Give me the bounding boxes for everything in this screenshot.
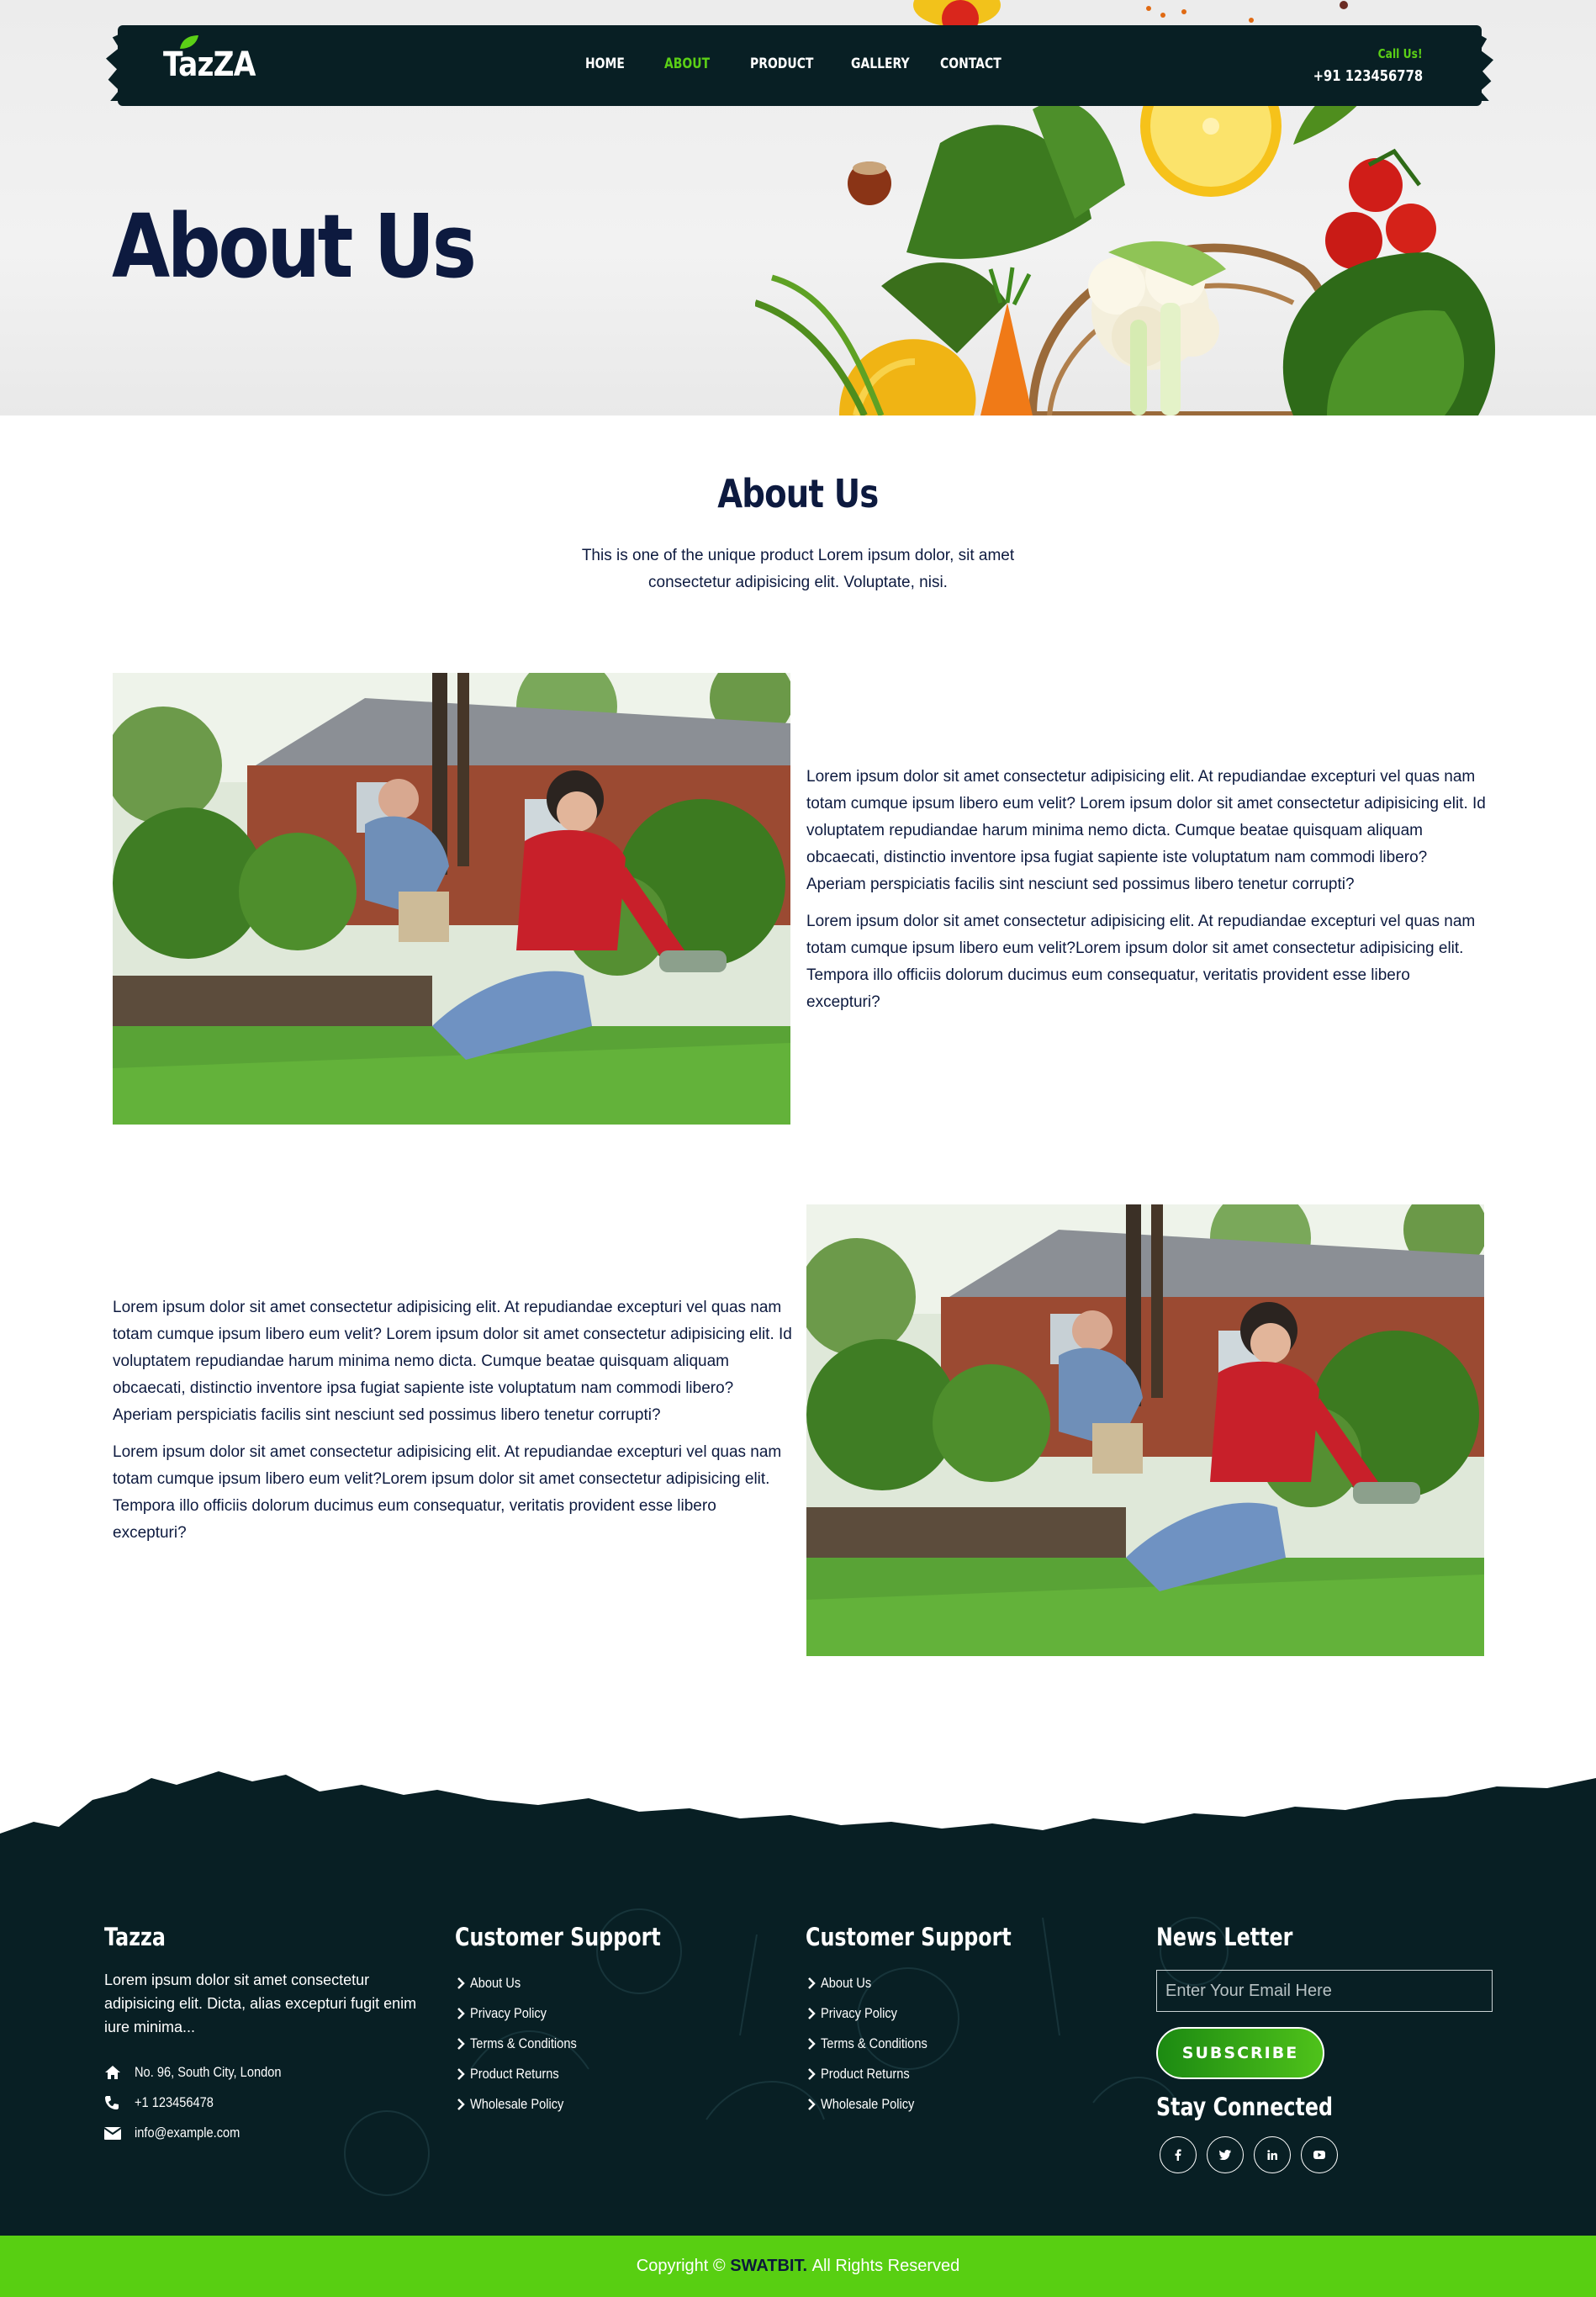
about-section-title: About Us (717, 471, 879, 516)
chevron-right-icon (457, 2099, 465, 2110)
footer-link-terms[interactable]: Terms & Conditions (455, 2029, 758, 2059)
footer-links: About Us Privacy Policy Terms & Conditio… (806, 1968, 1108, 2120)
footer-email[interactable]: info@example.com (104, 2118, 441, 2148)
subscribe-button[interactable]: SUBSCRIBE (1156, 2027, 1324, 2079)
nav-product[interactable]: PRODUCT (750, 56, 813, 72)
footer-address: No. 96, South City, London (104, 2057, 441, 2088)
copyright-brand-link[interactable]: SWATBIT. (730, 2257, 807, 2276)
call-us-label: Call Us! (1378, 46, 1423, 61)
footer-link-terms[interactable]: Terms & Conditions (806, 2029, 1108, 2059)
footer-links: About Us Privacy Policy Terms & Conditio… (455, 1968, 758, 2120)
hero-title: About Us (112, 195, 477, 298)
chevron-right-icon (808, 2008, 816, 2019)
paragraph: Lorem ipsum dolor sit amet consectetur a… (806, 768, 1486, 893)
chevron-right-icon (808, 2068, 816, 2080)
newsletter-email-input[interactable] (1156, 1970, 1493, 2012)
footer-column-title: Customer Support (455, 1923, 661, 1951)
footer-newsletter-column: News Letter SUBSCRIBE Stay Connected (1156, 1923, 1501, 2173)
navbar: TazZA HOME ABOUT PRODUCT GALLERY CONTACT… (118, 25, 1482, 106)
chevron-right-icon (808, 2038, 816, 2050)
footer-link-product-returns[interactable]: Product Returns (455, 2059, 758, 2089)
footer-about-column: Tazza Lorem ipsum dolor sit amet consect… (104, 1923, 441, 2148)
linkedin-icon[interactable] (1254, 2136, 1291, 2173)
home-icon (104, 2065, 135, 2080)
footer-column-title: Customer Support (806, 1923, 1012, 1951)
footer-contact: No. 96, South City, London +1 123456478 … (104, 2057, 441, 2148)
copyright-prefix: Copyright © (636, 2257, 726, 2275)
twitter-icon[interactable] (1207, 2136, 1244, 2173)
nav-home[interactable]: HOME (585, 56, 625, 72)
phone-icon (104, 2095, 135, 2110)
paragraph: Lorem ipsum dolor sit amet consectetur a… (113, 1443, 782, 1542)
newsletter-title: News Letter (1156, 1923, 1293, 1951)
copyright-suffix: All Rights Reserved (811, 2257, 960, 2275)
gardening-photo-2 (806, 1204, 1484, 1656)
youtube-icon[interactable] (1301, 2136, 1338, 2173)
copyright-bar: Copyright © SWATBIT. All Rights Reserved (0, 2236, 1596, 2297)
about-text-2: Lorem ipsum dolor sit amet consectetur a… (113, 1294, 794, 1557)
paragraph: Lorem ipsum dolor sit amet consectetur a… (806, 913, 1476, 1011)
envelope-icon (104, 2126, 135, 2140)
chevron-right-icon (808, 2099, 816, 2110)
footer-link-wholesale-policy[interactable]: Wholesale Policy (806, 2089, 1108, 2120)
footer-link-wholesale-policy[interactable]: Wholesale Policy (455, 2089, 758, 2120)
chevron-right-icon (457, 1977, 465, 1989)
nav-about[interactable]: ABOUT (664, 56, 710, 72)
chevron-right-icon (808, 1977, 816, 1989)
footer-brand-title: Tazza (104, 1923, 166, 1951)
about-text-1: Lorem ipsum dolor sit amet consectetur a… (806, 764, 1488, 1026)
nav-contact[interactable]: CONTACT (940, 56, 1001, 72)
facebook-icon[interactable] (1160, 2136, 1197, 2173)
gardening-photo-1 (113, 673, 790, 1125)
footer-phone[interactable]: +1 123456478 (104, 2088, 441, 2118)
footer-link-about-us[interactable]: About Us (806, 1968, 1108, 1998)
call-us-number[interactable]: +91 123456778 (1313, 67, 1423, 85)
site-logo[interactable]: TazZA (163, 45, 256, 84)
footer-link-product-returns[interactable]: Product Returns (806, 2059, 1108, 2089)
chevron-right-icon (457, 2038, 465, 2050)
footer-link-privacy-policy[interactable]: Privacy Policy (806, 1998, 1108, 2029)
footer-link-about-us[interactable]: About Us (455, 1968, 758, 1998)
chevron-right-icon (457, 2068, 465, 2080)
stay-connected-title: Stay Connected (1156, 2093, 1333, 2121)
social-links (1156, 2136, 1501, 2173)
footer-support-column-1: Customer Support About Us Privacy Policy… (455, 1923, 758, 2120)
chevron-right-icon (457, 2008, 465, 2019)
footer-support-column-2: Customer Support About Us Privacy Policy… (806, 1923, 1108, 2120)
footer-description: Lorem ipsum dolor sit amet consectetur a… (104, 1972, 417, 2035)
nav-gallery[interactable]: GALLERY (851, 56, 910, 72)
paragraph: Lorem ipsum dolor sit amet consectetur a… (113, 1299, 792, 1424)
footer-link-privacy-policy[interactable]: Privacy Policy (455, 1998, 758, 2029)
about-section-subtitle: This is one of the unique product Lorem … (581, 547, 1015, 591)
